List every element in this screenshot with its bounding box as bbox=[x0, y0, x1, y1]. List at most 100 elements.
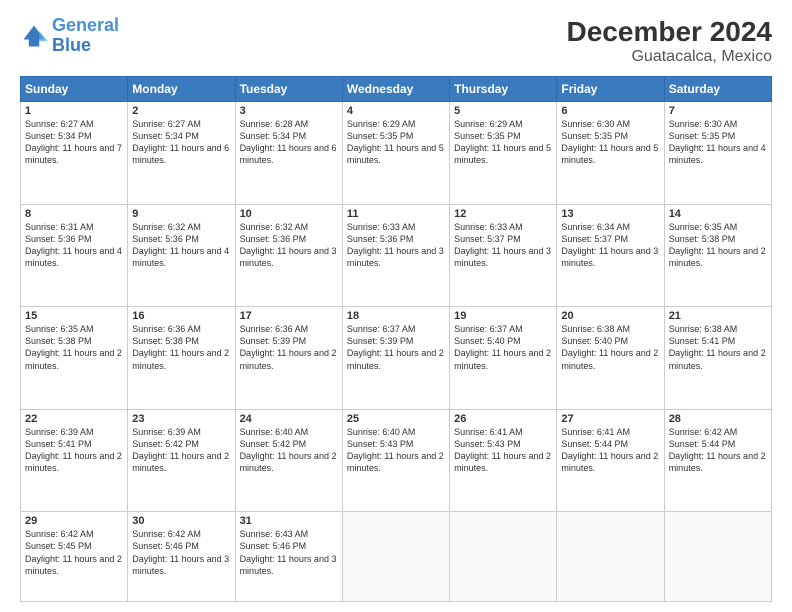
calendar-cell: 10 Sunrise: 6:32 AM Sunset: 5:36 PM Dayl… bbox=[235, 204, 342, 307]
day-number: 11 bbox=[347, 208, 445, 220]
day-number: 10 bbox=[240, 208, 338, 220]
calendar-header-row: Sunday Monday Tuesday Wednesday Thursday… bbox=[21, 77, 772, 102]
calendar-cell: 3 Sunrise: 6:28 AM Sunset: 5:34 PM Dayli… bbox=[235, 102, 342, 205]
day-number: 28 bbox=[669, 413, 767, 425]
day-number: 7 bbox=[669, 105, 767, 117]
calendar-row: 15 Sunrise: 6:35 AM Sunset: 5:38 PM Dayl… bbox=[21, 307, 772, 410]
day-number: 27 bbox=[561, 413, 659, 425]
day-number: 4 bbox=[347, 105, 445, 117]
day-info: Sunrise: 6:41 AM Sunset: 5:44 PM Dayligh… bbox=[561, 426, 659, 475]
calendar-cell: 11 Sunrise: 6:33 AM Sunset: 5:36 PM Dayl… bbox=[342, 204, 449, 307]
day-info: Sunrise: 6:33 AM Sunset: 5:37 PM Dayligh… bbox=[454, 221, 552, 270]
calendar-cell: 30 Sunrise: 6:42 AM Sunset: 5:46 PM Dayl… bbox=[128, 512, 235, 602]
calendar-cell: 6 Sunrise: 6:30 AM Sunset: 5:35 PM Dayli… bbox=[557, 102, 664, 205]
day-info: Sunrise: 6:39 AM Sunset: 5:42 PM Dayligh… bbox=[132, 426, 230, 475]
day-number: 26 bbox=[454, 413, 552, 425]
day-number: 25 bbox=[347, 413, 445, 425]
page: General Blue December 2024 Guatacalca, M… bbox=[0, 0, 792, 612]
calendar-cell: 22 Sunrise: 6:39 AM Sunset: 5:41 PM Dayl… bbox=[21, 409, 128, 512]
day-number: 14 bbox=[669, 208, 767, 220]
day-info: Sunrise: 6:41 AM Sunset: 5:43 PM Dayligh… bbox=[454, 426, 552, 475]
calendar-cell: 19 Sunrise: 6:37 AM Sunset: 5:40 PM Dayl… bbox=[450, 307, 557, 410]
calendar-cell: 27 Sunrise: 6:41 AM Sunset: 5:44 PM Dayl… bbox=[557, 409, 664, 512]
day-number: 8 bbox=[25, 208, 123, 220]
calendar-cell: 29 Sunrise: 6:42 AM Sunset: 5:45 PM Dayl… bbox=[21, 512, 128, 602]
day-info: Sunrise: 6:33 AM Sunset: 5:36 PM Dayligh… bbox=[347, 221, 445, 270]
calendar-cell: 14 Sunrise: 6:35 AM Sunset: 5:38 PM Dayl… bbox=[664, 204, 771, 307]
calendar-cell: 18 Sunrise: 6:37 AM Sunset: 5:39 PM Dayl… bbox=[342, 307, 449, 410]
day-number: 1 bbox=[25, 105, 123, 117]
calendar-cell bbox=[450, 512, 557, 602]
calendar-cell: 1 Sunrise: 6:27 AM Sunset: 5:34 PM Dayli… bbox=[21, 102, 128, 205]
day-number: 30 bbox=[132, 515, 230, 527]
calendar-cell: 8 Sunrise: 6:31 AM Sunset: 5:36 PM Dayli… bbox=[21, 204, 128, 307]
calendar-table: Sunday Monday Tuesday Wednesday Thursday… bbox=[20, 76, 772, 602]
day-number: 20 bbox=[561, 310, 659, 322]
day-info: Sunrise: 6:31 AM Sunset: 5:36 PM Dayligh… bbox=[25, 221, 123, 270]
calendar-cell bbox=[664, 512, 771, 602]
calendar-row: 1 Sunrise: 6:27 AM Sunset: 5:34 PM Dayli… bbox=[21, 102, 772, 205]
day-info: Sunrise: 6:34 AM Sunset: 5:37 PM Dayligh… bbox=[561, 221, 659, 270]
day-info: Sunrise: 6:32 AM Sunset: 5:36 PM Dayligh… bbox=[240, 221, 338, 270]
day-info: Sunrise: 6:30 AM Sunset: 5:35 PM Dayligh… bbox=[669, 118, 767, 167]
day-info: Sunrise: 6:42 AM Sunset: 5:44 PM Dayligh… bbox=[669, 426, 767, 475]
calendar-cell: 12 Sunrise: 6:33 AM Sunset: 5:37 PM Dayl… bbox=[450, 204, 557, 307]
header-thursday: Thursday bbox=[450, 77, 557, 102]
day-info: Sunrise: 6:32 AM Sunset: 5:36 PM Dayligh… bbox=[132, 221, 230, 270]
day-number: 21 bbox=[669, 310, 767, 322]
day-info: Sunrise: 6:37 AM Sunset: 5:39 PM Dayligh… bbox=[347, 323, 445, 372]
day-number: 16 bbox=[132, 310, 230, 322]
page-subtitle: Guatacalca, Mexico bbox=[567, 48, 772, 66]
day-info: Sunrise: 6:42 AM Sunset: 5:45 PM Dayligh… bbox=[25, 528, 123, 577]
page-title: December 2024 bbox=[567, 16, 772, 48]
calendar-row: 8 Sunrise: 6:31 AM Sunset: 5:36 PM Dayli… bbox=[21, 204, 772, 307]
day-info: Sunrise: 6:38 AM Sunset: 5:40 PM Dayligh… bbox=[561, 323, 659, 372]
calendar-cell: 9 Sunrise: 6:32 AM Sunset: 5:36 PM Dayli… bbox=[128, 204, 235, 307]
day-info: Sunrise: 6:30 AM Sunset: 5:35 PM Dayligh… bbox=[561, 118, 659, 167]
day-number: 22 bbox=[25, 413, 123, 425]
calendar-cell: 2 Sunrise: 6:27 AM Sunset: 5:34 PM Dayli… bbox=[128, 102, 235, 205]
day-number: 31 bbox=[240, 515, 338, 527]
day-info: Sunrise: 6:40 AM Sunset: 5:43 PM Dayligh… bbox=[347, 426, 445, 475]
day-info: Sunrise: 6:29 AM Sunset: 5:35 PM Dayligh… bbox=[454, 118, 552, 167]
day-info: Sunrise: 6:42 AM Sunset: 5:46 PM Dayligh… bbox=[132, 528, 230, 577]
calendar-cell: 24 Sunrise: 6:40 AM Sunset: 5:42 PM Dayl… bbox=[235, 409, 342, 512]
calendar-row: 22 Sunrise: 6:39 AM Sunset: 5:41 PM Dayl… bbox=[21, 409, 772, 512]
calendar-cell bbox=[557, 512, 664, 602]
day-number: 6 bbox=[561, 105, 659, 117]
calendar-cell: 4 Sunrise: 6:29 AM Sunset: 5:35 PM Dayli… bbox=[342, 102, 449, 205]
header-wednesday: Wednesday bbox=[342, 77, 449, 102]
calendar-cell bbox=[342, 512, 449, 602]
header: General Blue December 2024 Guatacalca, M… bbox=[20, 16, 772, 66]
day-number: 24 bbox=[240, 413, 338, 425]
calendar-cell: 17 Sunrise: 6:36 AM Sunset: 5:39 PM Dayl… bbox=[235, 307, 342, 410]
calendar-cell: 20 Sunrise: 6:38 AM Sunset: 5:40 PM Dayl… bbox=[557, 307, 664, 410]
header-saturday: Saturday bbox=[664, 77, 771, 102]
day-number: 3 bbox=[240, 105, 338, 117]
day-number: 15 bbox=[25, 310, 123, 322]
logo-text: General Blue bbox=[52, 16, 119, 56]
title-block: December 2024 Guatacalca, Mexico bbox=[567, 16, 772, 66]
day-number: 29 bbox=[25, 515, 123, 527]
header-sunday: Sunday bbox=[21, 77, 128, 102]
calendar-cell: 13 Sunrise: 6:34 AM Sunset: 5:37 PM Dayl… bbox=[557, 204, 664, 307]
calendar-row: 29 Sunrise: 6:42 AM Sunset: 5:45 PM Dayl… bbox=[21, 512, 772, 602]
header-tuesday: Tuesday bbox=[235, 77, 342, 102]
calendar-cell: 31 Sunrise: 6:43 AM Sunset: 5:46 PM Dayl… bbox=[235, 512, 342, 602]
logo: General Blue bbox=[20, 16, 119, 56]
calendar-cell: 16 Sunrise: 6:36 AM Sunset: 5:38 PM Dayl… bbox=[128, 307, 235, 410]
day-info: Sunrise: 6:29 AM Sunset: 5:35 PM Dayligh… bbox=[347, 118, 445, 167]
day-number: 9 bbox=[132, 208, 230, 220]
day-info: Sunrise: 6:43 AM Sunset: 5:46 PM Dayligh… bbox=[240, 528, 338, 577]
day-info: Sunrise: 6:27 AM Sunset: 5:34 PM Dayligh… bbox=[132, 118, 230, 167]
calendar-cell: 28 Sunrise: 6:42 AM Sunset: 5:44 PM Dayl… bbox=[664, 409, 771, 512]
calendar-cell: 7 Sunrise: 6:30 AM Sunset: 5:35 PM Dayli… bbox=[664, 102, 771, 205]
day-number: 2 bbox=[132, 105, 230, 117]
day-number: 12 bbox=[454, 208, 552, 220]
day-number: 5 bbox=[454, 105, 552, 117]
day-number: 13 bbox=[561, 208, 659, 220]
day-number: 19 bbox=[454, 310, 552, 322]
day-info: Sunrise: 6:40 AM Sunset: 5:42 PM Dayligh… bbox=[240, 426, 338, 475]
calendar-cell: 5 Sunrise: 6:29 AM Sunset: 5:35 PM Dayli… bbox=[450, 102, 557, 205]
day-info: Sunrise: 6:39 AM Sunset: 5:41 PM Dayligh… bbox=[25, 426, 123, 475]
